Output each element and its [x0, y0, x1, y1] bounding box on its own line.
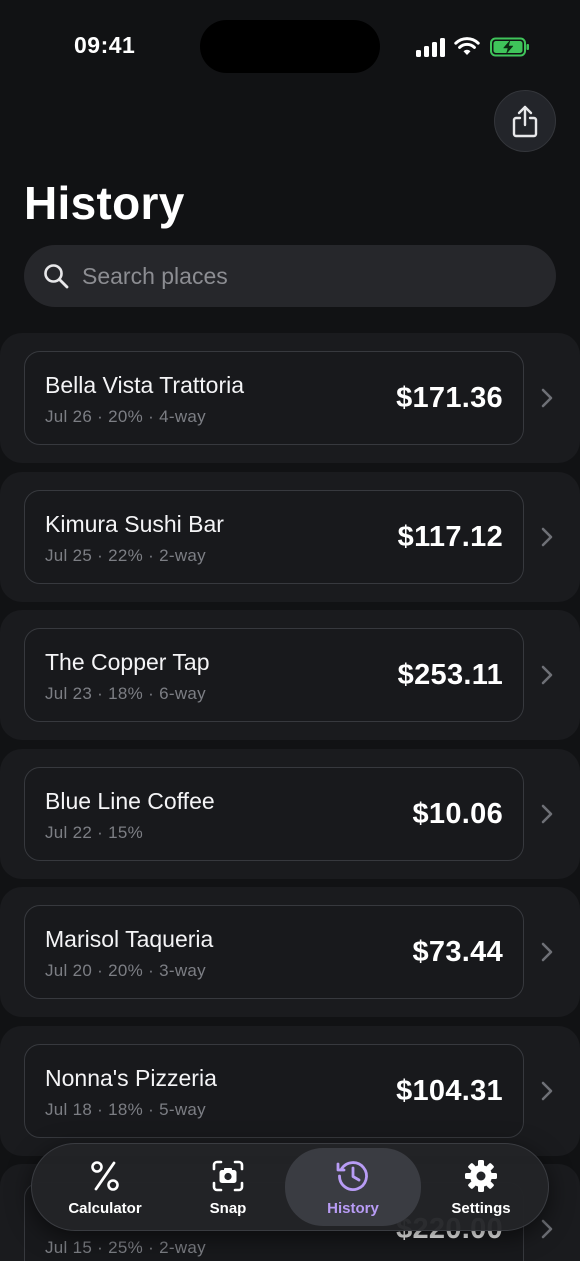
place-meta: Jul 26 · 20% · 4-way: [45, 407, 206, 426]
place-name: Blue Line Coffee: [45, 787, 215, 814]
tab-label: Calculator: [68, 1200, 142, 1217]
chevron-right-icon: [541, 388, 553, 408]
tab-settings[interactable]: Settings: [424, 1148, 538, 1226]
history-row[interactable]: Blue Line Coffee Jul 22 · 15% $10.06: [0, 748, 580, 879]
place-meta: Jul 25 · 22% · 2-way: [45, 545, 206, 565]
tab-label: Settings: [451, 1200, 511, 1217]
share-icon: [512, 105, 538, 138]
wifi-icon: [454, 37, 480, 55]
history-row[interactable]: Kimura Sushi Bar Jul 25 · 22% · 2-way $1…: [0, 471, 580, 602]
tab-calculator[interactable]: Calculator: [42, 1148, 168, 1226]
chevron-right-icon: [541, 942, 553, 962]
history-list: Bella Vista Trattoria Jul 26 · 20% · 4-w…: [0, 333, 580, 1261]
place-name: Bella Vista Trattoria: [45, 372, 245, 398]
place-name: Kimura Sushi Bar: [45, 510, 224, 537]
total-amount: $104.31: [396, 1074, 503, 1107]
history-row[interactable]: Bella Vista Trattoria Jul 26 · 20% · 4-w…: [0, 333, 580, 463]
gear-icon: [463, 1158, 499, 1194]
place-meta: Jul 15 · 25% · 2-way: [45, 1238, 206, 1257]
camera-scan-icon: [210, 1158, 246, 1194]
total-amount: $10.06: [412, 797, 503, 830]
place-meta: Jul 23 · 18% · 6-way: [45, 684, 206, 703]
place-name: The Copper Tap: [45, 649, 210, 675]
chevron-right-icon: [541, 804, 553, 823]
history-clock-icon: [335, 1158, 371, 1194]
history-card[interactable]: The Copper Tap Jul 23 · 18% · 6-way $253…: [24, 628, 524, 722]
chevron-right-icon: [541, 1081, 553, 1100]
tab-snap[interactable]: Snap: [172, 1148, 284, 1226]
search-icon: [44, 264, 69, 289]
total-amount: $253.11: [397, 659, 503, 691]
history-card[interactable]: Blue Line Coffee Jul 22 · 15% $10.06: [24, 766, 524, 861]
place-meta: Jul 20 · 20% · 3-way: [45, 961, 206, 980]
percent-icon: [87, 1158, 123, 1194]
chevron-right-icon: [541, 665, 553, 685]
search-bar[interactable]: [24, 245, 556, 307]
tab-label: History: [327, 1200, 379, 1217]
history-card[interactable]: Nonna's Pizzeria Jul 18 · 18% · 5-way $1…: [24, 1043, 524, 1138]
chevron-right-icon: [541, 527, 553, 546]
dynamic-island: [200, 20, 380, 73]
history-screen: 09:41 History Search places Bella Vista …: [0, 0, 580, 1261]
tab-bar: Calculator Snap History Settings: [31, 1143, 549, 1231]
share-button[interactable]: [494, 90, 556, 152]
place-name: Nonna's Pizzeria: [45, 1064, 217, 1091]
history-card[interactable]: Marisol Taqueria Jul 20 · 20% · 3-way $7…: [24, 905, 524, 999]
place-name: Marisol Taqueria: [45, 926, 214, 952]
page-title: History: [24, 177, 185, 229]
battery-charging-icon: [490, 37, 529, 57]
status-bar: 09:41: [0, 0, 580, 92]
total-amount: $117.12: [397, 520, 503, 553]
history-row[interactable]: Nonna's Pizzeria Jul 18 · 18% · 5-way $1…: [0, 1025, 580, 1156]
history-row[interactable]: Marisol Taqueria Jul 20 · 20% · 3-way $7…: [0, 887, 580, 1017]
tab-label: Snap: [209, 1200, 247, 1217]
cellular-signal-icon: [416, 37, 446, 57]
status-time: 09:41: [74, 32, 136, 58]
search-input[interactable]: [82, 262, 556, 290]
history-row[interactable]: The Copper Tap Jul 23 · 18% · 6-way $253…: [0, 610, 580, 740]
total-amount: $171.36: [396, 382, 503, 414]
total-amount: $73.44: [412, 936, 503, 968]
chevron-right-icon: [541, 1219, 553, 1239]
history-card[interactable]: Bella Vista Trattoria Jul 26 · 20% · 4-w…: [24, 351, 524, 445]
tab-history[interactable]: History: [285, 1148, 421, 1226]
place-meta: Jul 22 · 15%: [45, 822, 144, 842]
place-meta: Jul 18 · 18% · 5-way: [45, 1099, 206, 1119]
history-card[interactable]: Kimura Sushi Bar Jul 25 · 22% · 2-way $1…: [24, 489, 524, 584]
